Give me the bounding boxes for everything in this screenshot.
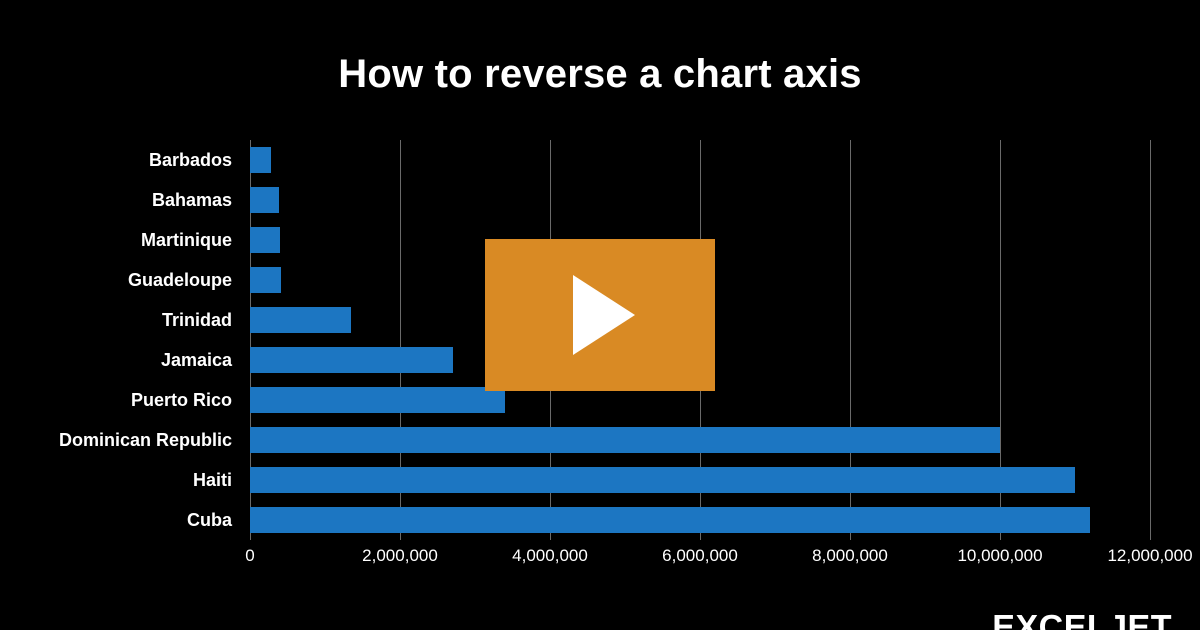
gridline <box>1150 140 1151 540</box>
bar-row: Bahamas <box>50 180 1150 220</box>
y-tick-label: Trinidad <box>50 300 240 340</box>
brand-text: EXCELJET <box>992 608 1172 630</box>
bar-row: Dominican Republic <box>50 420 1150 460</box>
bar <box>250 387 505 413</box>
bar-row: Haiti <box>50 460 1150 500</box>
bar-row: Barbados <box>50 140 1150 180</box>
x-tick-label: 10,000,000 <box>957 546 1042 566</box>
x-axis: 02,000,0004,000,0006,000,0008,000,00010,… <box>250 540 1150 570</box>
bar <box>250 467 1075 493</box>
bar <box>250 347 453 373</box>
play-button[interactable] <box>485 239 715 391</box>
y-tick-label: Puerto Rico <box>50 380 240 420</box>
bar <box>250 187 279 213</box>
x-tick-label: 12,000,000 <box>1107 546 1192 566</box>
bar <box>250 507 1090 533</box>
y-tick-label: Haiti <box>50 460 240 500</box>
page-title: How to reverse a chart axis <box>0 0 1200 97</box>
y-tick-label: Cuba <box>50 500 240 540</box>
bar-row: Cuba <box>50 500 1150 540</box>
brand-logo: EXCELJET <box>992 610 1188 630</box>
y-tick-label: Barbados <box>50 140 240 180</box>
x-tick-label: 4,000,000 <box>512 546 588 566</box>
x-tick-label: 2,000,000 <box>362 546 438 566</box>
y-tick-label: Dominican Republic <box>50 420 240 460</box>
x-tick-label: 0 <box>245 546 254 566</box>
y-tick-label: Bahamas <box>50 180 240 220</box>
bar <box>250 227 280 253</box>
y-tick-label: Martinique <box>50 220 240 260</box>
bar <box>250 147 271 173</box>
y-tick-label: Jamaica <box>50 340 240 380</box>
x-tick-label: 6,000,000 <box>662 546 738 566</box>
bar <box>250 307 351 333</box>
y-tick-label: Guadeloupe <box>50 260 240 300</box>
bar <box>250 267 281 293</box>
play-icon <box>565 275 635 355</box>
x-tick-label: 8,000,000 <box>812 546 888 566</box>
bar <box>250 427 1000 453</box>
